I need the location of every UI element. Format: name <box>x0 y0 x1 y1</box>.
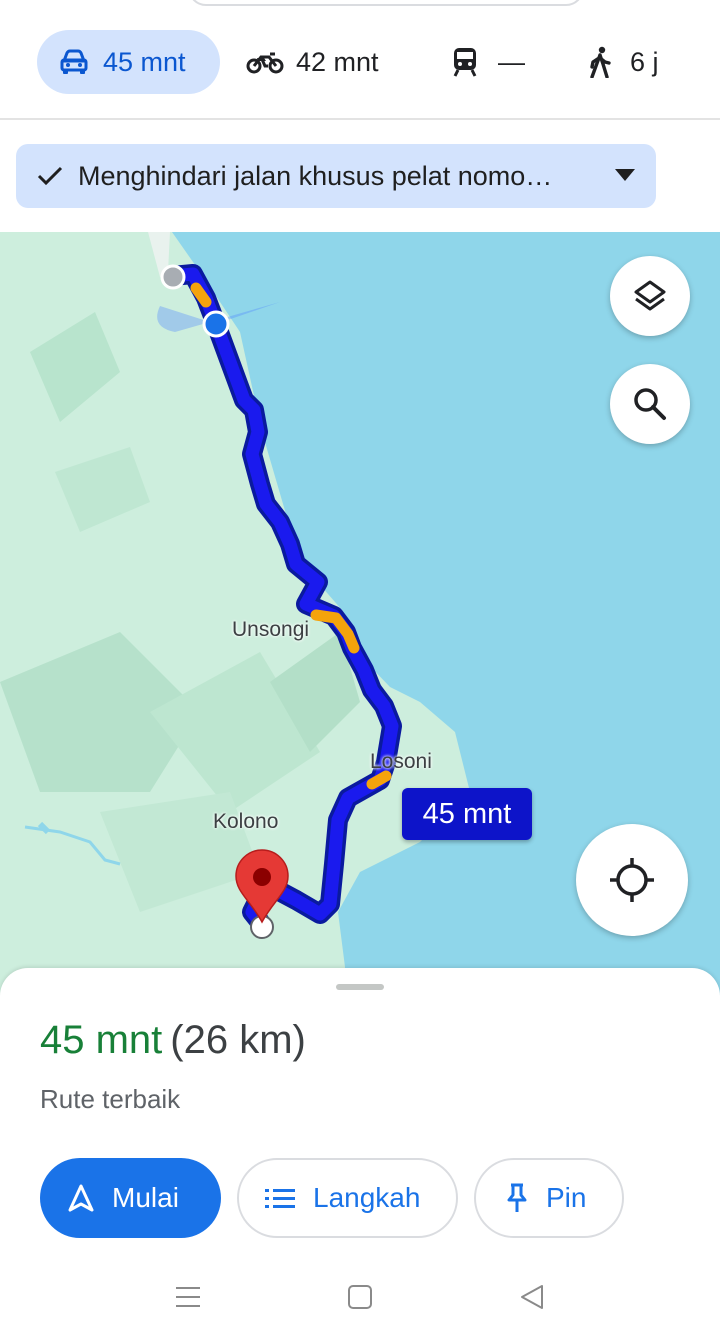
route-summary: 45 mnt (26 km) <box>40 1018 306 1063</box>
search-icon <box>634 388 666 420</box>
destination-pin-hole <box>253 868 271 886</box>
list-icon <box>265 1189 295 1208</box>
back-triangle-icon[interactable] <box>519 1284 545 1310</box>
route-eta-bubble[interactable]: 45 mnt <box>402 788 532 840</box>
pin-label: Pin <box>546 1182 587 1213</box>
start-navigation-button[interactable]: Mulai <box>40 1158 221 1238</box>
layers-button[interactable] <box>610 256 690 336</box>
home-square-icon[interactable] <box>347 1284 373 1310</box>
place-label-losoni: Losoni <box>370 750 432 773</box>
mode-transit-tab[interactable]: — <box>452 30 525 94</box>
sheet-drag-handle[interactable] <box>336 984 384 990</box>
route-distance: (26 km) <box>170 1018 306 1062</box>
mode-transit-label: — <box>498 46 525 77</box>
steps-label: Langkah <box>313 1182 421 1213</box>
layers-icon <box>634 280 666 311</box>
pin-button[interactable]: Pin <box>474 1158 624 1238</box>
route-options-label: Menghindari jalan khusus pelat nomo… <box>78 160 553 191</box>
traffic-segment <box>366 770 392 790</box>
place-label-kolono: Kolono <box>213 810 279 833</box>
place-label-unsongi: Unsongi <box>232 618 310 641</box>
route-subtitle: Rute terbaik <box>40 1084 181 1114</box>
route-duration: 45 mnt <box>40 1018 163 1062</box>
walk-icon <box>590 46 611 78</box>
current-location-dot <box>202 310 230 338</box>
start-label: Mulai <box>112 1182 179 1213</box>
recents-menu-icon[interactable] <box>175 1284 201 1310</box>
mode-walk-label: 6 j <box>630 46 659 77</box>
steps-button[interactable]: Langkah <box>237 1158 458 1238</box>
pushpin-icon <box>507 1183 527 1212</box>
mode-motorcycle-label: 42 mnt <box>296 46 379 77</box>
car-icon <box>60 49 88 74</box>
motorcycle-icon <box>246 52 284 74</box>
travel-mode-bar: 45 mnt 42 mnt — 6 j <box>0 0 720 120</box>
caret-down-icon <box>615 169 635 181</box>
map-view[interactable]: Unsongi Losoni Kolono 45 mnt <box>0 232 720 1002</box>
navigation-arrow-icon <box>68 1184 94 1212</box>
mode-car-tab[interactable]: 45 mnt <box>37 30 220 94</box>
train-icon <box>453 48 477 77</box>
crosshair-icon <box>610 858 654 902</box>
system-navigation-bar <box>0 1262 720 1341</box>
mode-motorcycle-tab[interactable]: 42 mnt <box>246 30 379 94</box>
directions-input-edge[interactable] <box>188 0 584 6</box>
origin-marker <box>160 264 186 290</box>
mode-car-label: 45 mnt <box>103 46 186 77</box>
search-along-route-button[interactable] <box>610 364 690 444</box>
route-options-dropdown[interactable]: Menghindari jalan khusus pelat nomo… <box>16 144 656 208</box>
check-icon <box>37 166 63 186</box>
mode-walk-tab[interactable]: 6 j <box>588 30 659 94</box>
my-location-button[interactable] <box>576 824 688 936</box>
